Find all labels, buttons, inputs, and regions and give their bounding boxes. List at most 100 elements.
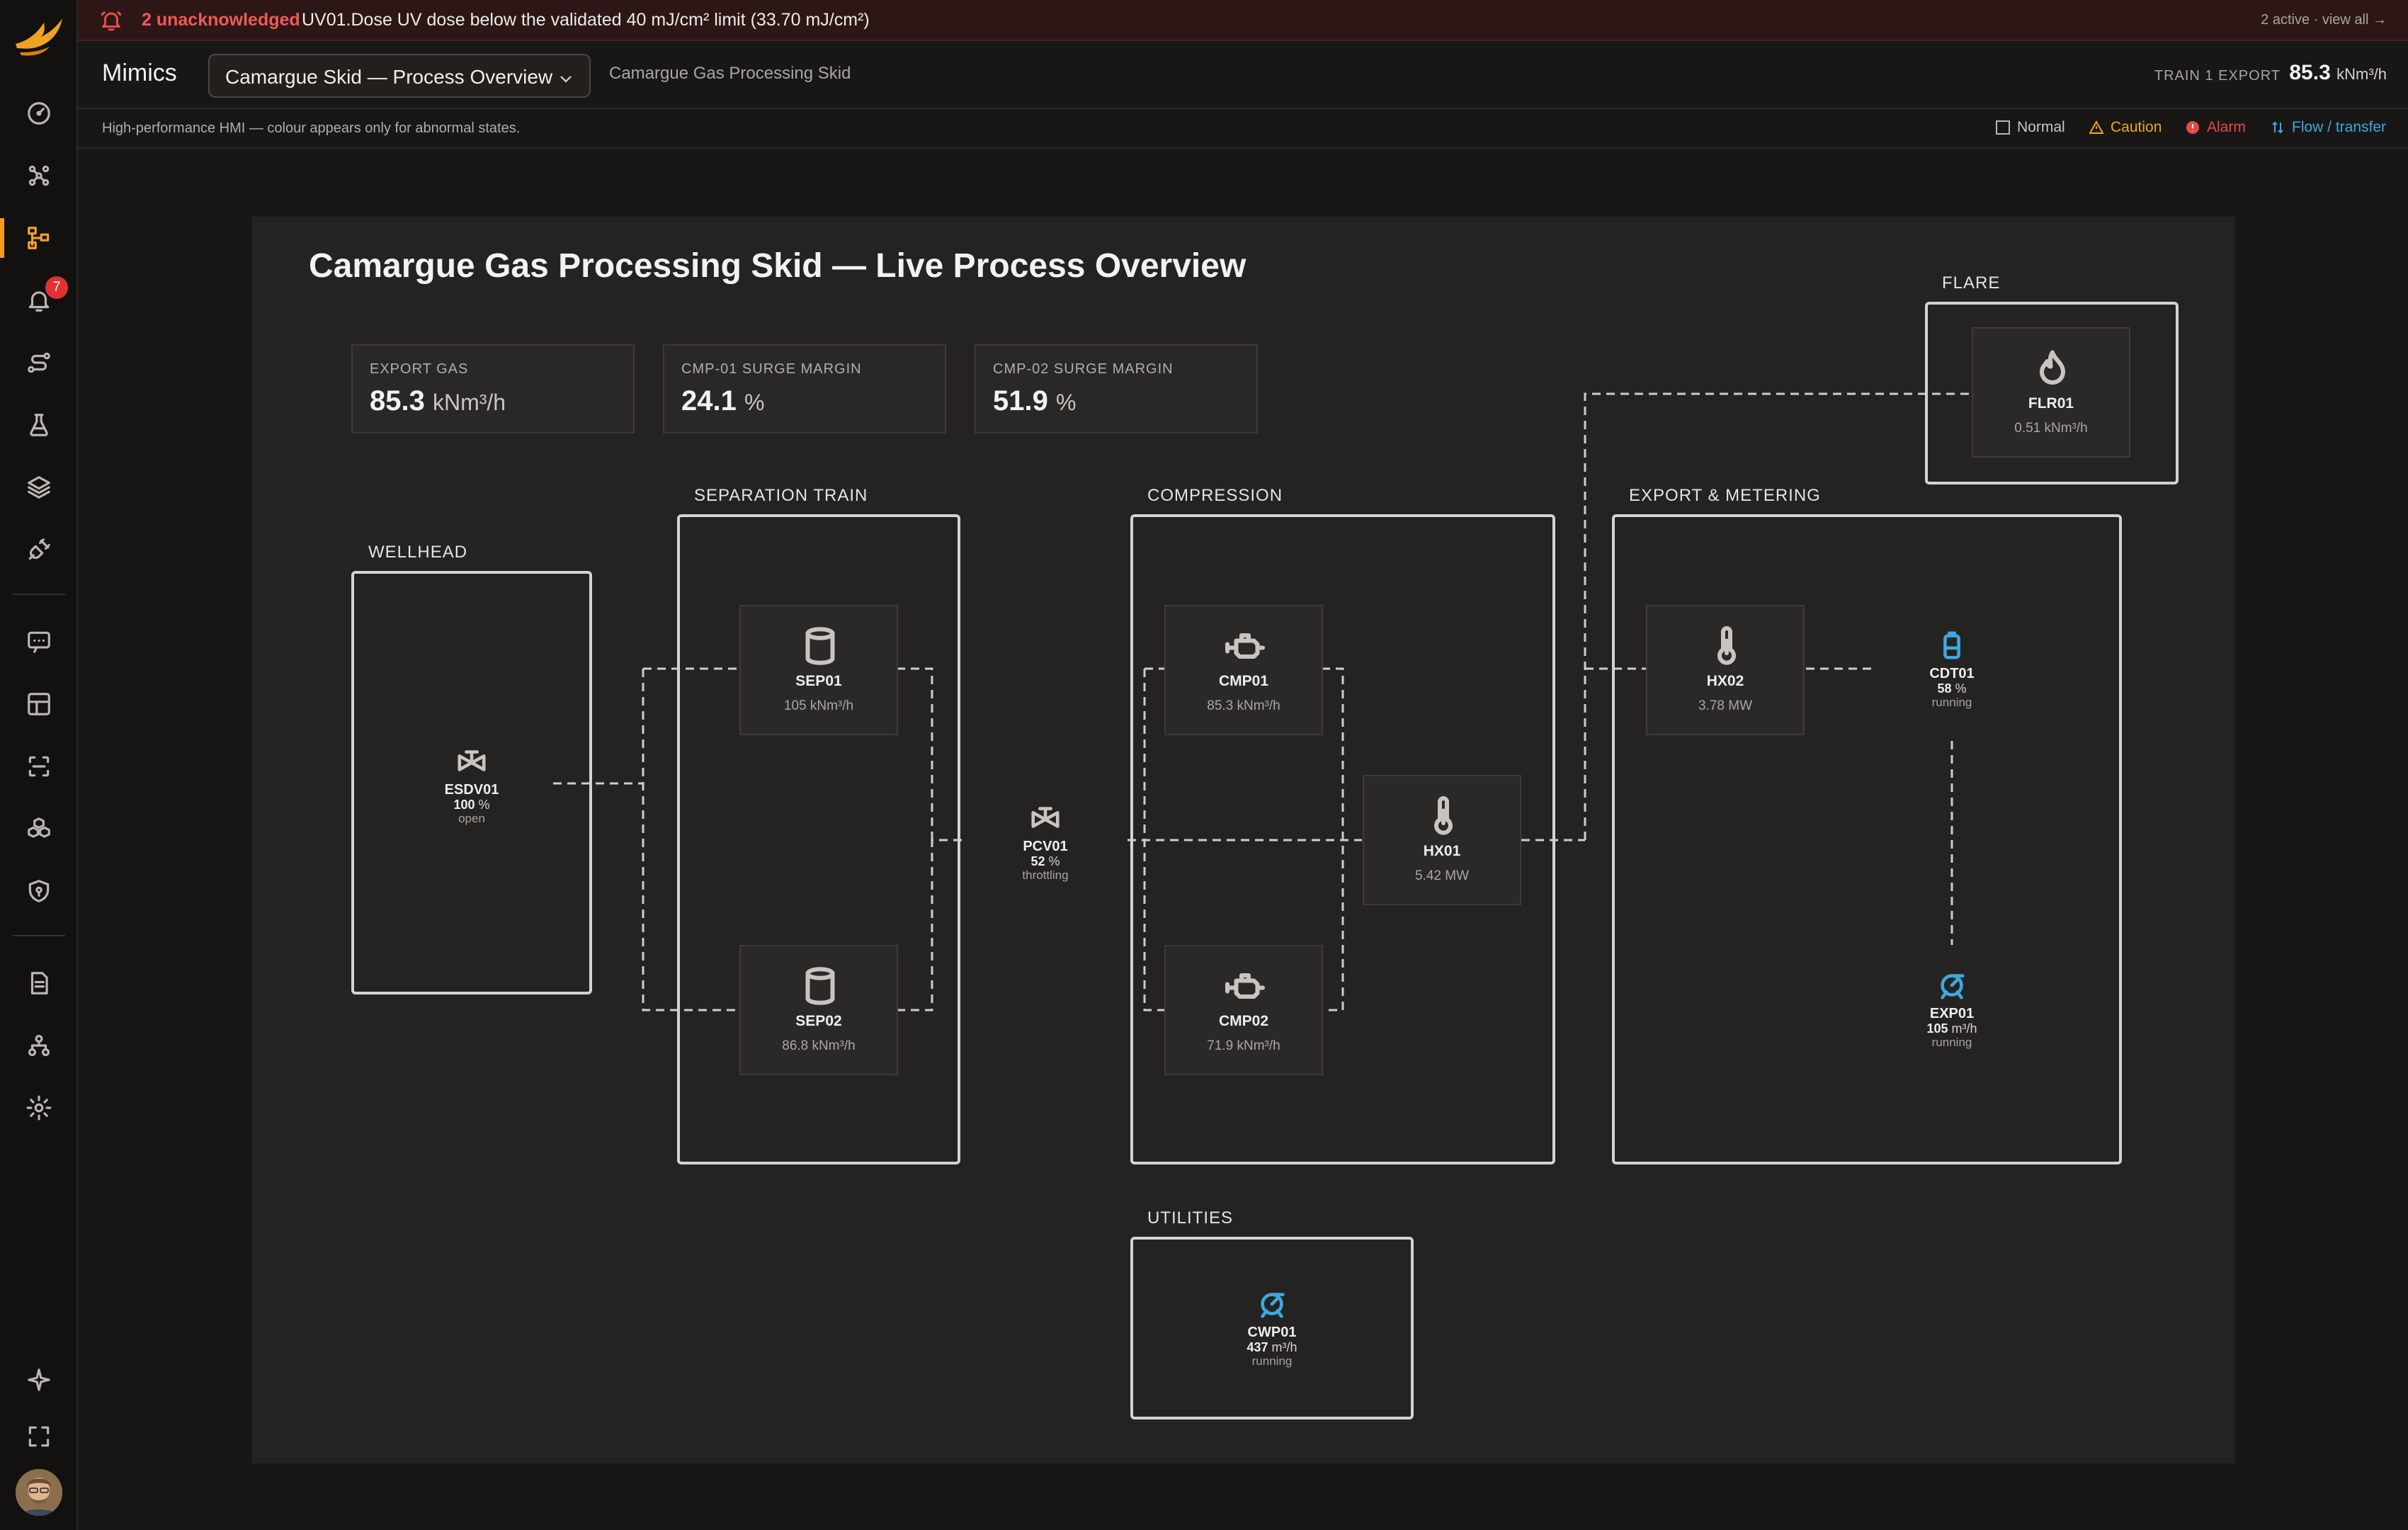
equipment-sep01[interactable]: SEP01 105 kNm³/h [739, 605, 898, 735]
process-mimic: Camargue Gas Processing Skid — Live Proc… [252, 217, 2235, 1463]
equipment-value: 85.3 kNm³/h [1207, 698, 1280, 713]
equipment-tag: FLR01 [2028, 395, 2074, 412]
compressor-icon [1224, 625, 1266, 667]
zone-label-utilities: UTILITIES [1147, 1208, 1234, 1228]
equipment-tag: CMP02 [1218, 1013, 1269, 1029]
equipment-value: 3.78 MW [1698, 698, 1753, 713]
equipment-hx01[interactable]: HX01 5.42 MW [1363, 775, 1521, 905]
alarm-bell-icon [99, 8, 123, 33]
header-kpi-unit: kNm³/h [2336, 65, 2387, 83]
plug-icon[interactable] [19, 530, 59, 570]
valve-icon [455, 745, 488, 778]
kpi-label: EXPORT GAS [370, 361, 469, 377]
user-avatar[interactable] [16, 1469, 62, 1516]
mimic-selector-value: Camargue Skid — Process Overview [225, 66, 553, 88]
equipment-sep02[interactable]: SEP02 86.8 kNm³/h [739, 945, 898, 1075]
equipment-value: 0.51 kNm³/h [2014, 421, 2088, 436]
equipment-tag: CDT01 [1929, 666, 1975, 681]
legend-alarm: Alarm [2186, 119, 2246, 136]
equipment-tag: ESDV01 [444, 782, 499, 798]
value-number: 105 [1926, 1021, 1948, 1036]
equipment-cwp01[interactable]: CWP01 437 m³/h running [1208, 1288, 1336, 1368]
page-header: Mimics Camargue Skid — Process Overview … [78, 41, 2408, 109]
unacknowledged-count[interactable]: 2 unacknowledged [142, 10, 300, 30]
equipment-value: 437 m³/h [1208, 1340, 1336, 1354]
kpi-number: 51.9 [993, 385, 1048, 416]
value-unit: m³/h [1951, 1021, 1977, 1036]
equipment-exp01[interactable]: EXP01 105 m³/h running [1888, 969, 2016, 1050]
network-icon[interactable] [19, 156, 59, 196]
zone-label-flare: FLARE [1942, 273, 2001, 293]
value-unit: m³/h [1271, 1340, 1297, 1354]
warning-triangle-icon [2089, 120, 2103, 134]
equipment-tag: CWP01 [1247, 1325, 1297, 1340]
pump-icon [1256, 1288, 1288, 1320]
zone-label-compression: COMPRESSION [1147, 486, 1283, 505]
navigation-rail: 7 [0, 0, 78, 1530]
flask-icon[interactable] [19, 405, 59, 445]
settings-icon[interactable] [19, 1088, 59, 1128]
equipment-state: throttling [1022, 868, 1069, 882]
alarm-banner[interactable]: 2 unacknowledged UV01.Dose UV dose below… [78, 0, 2408, 41]
alarm-message[interactable]: UV01.Dose UV dose below the validated 40… [302, 10, 870, 30]
app-logo[interactable] [13, 13, 65, 62]
kpi-number: 24.1 [681, 385, 737, 416]
equipment-value: 100 % [408, 798, 535, 812]
mimic-selector[interactable]: Camargue Skid — Process Overview [208, 54, 591, 98]
grid-icon[interactable] [19, 684, 59, 724]
route-icon[interactable] [19, 343, 59, 382]
kpi-card-export-gas[interactable]: EXPORT GAS 85.3 kNm³/h [351, 344, 635, 434]
kpi-unit: % [1055, 390, 1077, 415]
value-number: 58 [1937, 681, 1952, 696]
equipment-value: 58 % [1888, 681, 2016, 696]
hierarchy-icon[interactable] [19, 1026, 59, 1065]
equipment-esdv01[interactable]: ESDV01 100 % open [408, 745, 535, 826]
kpi-unit: kNm³/h [432, 390, 506, 415]
alarm-dot-icon [2186, 121, 2199, 134]
kpi-card-cmp02-surge[interactable]: CMP-02 SURGE MARGIN 51.9 % [975, 344, 1258, 434]
active-nav-indicator [0, 218, 4, 258]
equipment-tag: HX01 [1423, 843, 1461, 859]
document-icon[interactable] [19, 963, 59, 1003]
layers-icon[interactable] [19, 468, 59, 507]
kpi-unit: % [744, 390, 765, 415]
equipment-value: 86.8 kNm³/h [782, 1038, 856, 1053]
equipment-cdt01[interactable]: CDT01 58 % running [1888, 629, 2016, 710]
equipment-tag: EXP01 [1929, 1006, 1975, 1021]
equipment-value: 52 % [982, 854, 1109, 868]
gauge-icon[interactable] [19, 94, 59, 133]
fullscreen-icon[interactable] [19, 1417, 59, 1456]
equipment-flr01[interactable]: FLR01 0.51 kNm³/h [1972, 327, 2130, 458]
equipment-tag: SEP01 [795, 673, 842, 689]
vessel-icon [799, 965, 841, 1007]
flame-icon [2031, 347, 2074, 390]
chat-icon[interactable] [19, 622, 59, 662]
zone-label-export: EXPORT & METERING [1629, 486, 1821, 505]
kpi-value: 51.9 % [993, 385, 1076, 417]
kpi-card-cmp01-surge[interactable]: CMP-01 SURGE MARGIN 24.1 % [663, 344, 946, 434]
tank-icon [1936, 629, 1968, 662]
header-kpi-number: 85.3 [2289, 61, 2331, 84]
equipment-value: 105 m³/h [1888, 1021, 2016, 1036]
header-kpi-label: TRAIN 1 EXPORT [2154, 68, 2281, 84]
kpi-number: 85.3 [370, 385, 425, 416]
sparkle-icon[interactable] [19, 1360, 59, 1400]
equipment-cmp02[interactable]: CMP02 71.9 kNm³/h [1164, 945, 1323, 1075]
compressor-icon [1224, 965, 1266, 1007]
legend-alarm-label: Alarm [2207, 119, 2246, 135]
thermometer-icon [1422, 795, 1465, 837]
cubes-icon[interactable] [19, 809, 59, 849]
equipment-state: running [1251, 1354, 1293, 1368]
shield-icon[interactable] [19, 871, 59, 911]
pump-icon [1936, 969, 1968, 1002]
view-all-alarms-link[interactable]: 2 active · view all → [2261, 12, 2387, 28]
scan-icon[interactable] [19, 747, 59, 786]
equipment-state: running [1931, 1036, 1972, 1049]
equipment-cmp01[interactable]: CMP01 85.3 kNm³/h [1164, 605, 1323, 735]
equipment-pcv01[interactable]: PCV01 52 % throttling [982, 802, 1109, 883]
zone-label-separation: SEPARATION TRAIN [694, 486, 868, 505]
kpi-label: CMP-01 SURGE MARGIN [681, 361, 862, 377]
equipment-hx02[interactable]: HX02 3.78 MW [1646, 605, 1805, 735]
mimic-icon[interactable] [19, 218, 59, 258]
hmi-note: High-performance HMI — colour appears on… [102, 120, 521, 136]
